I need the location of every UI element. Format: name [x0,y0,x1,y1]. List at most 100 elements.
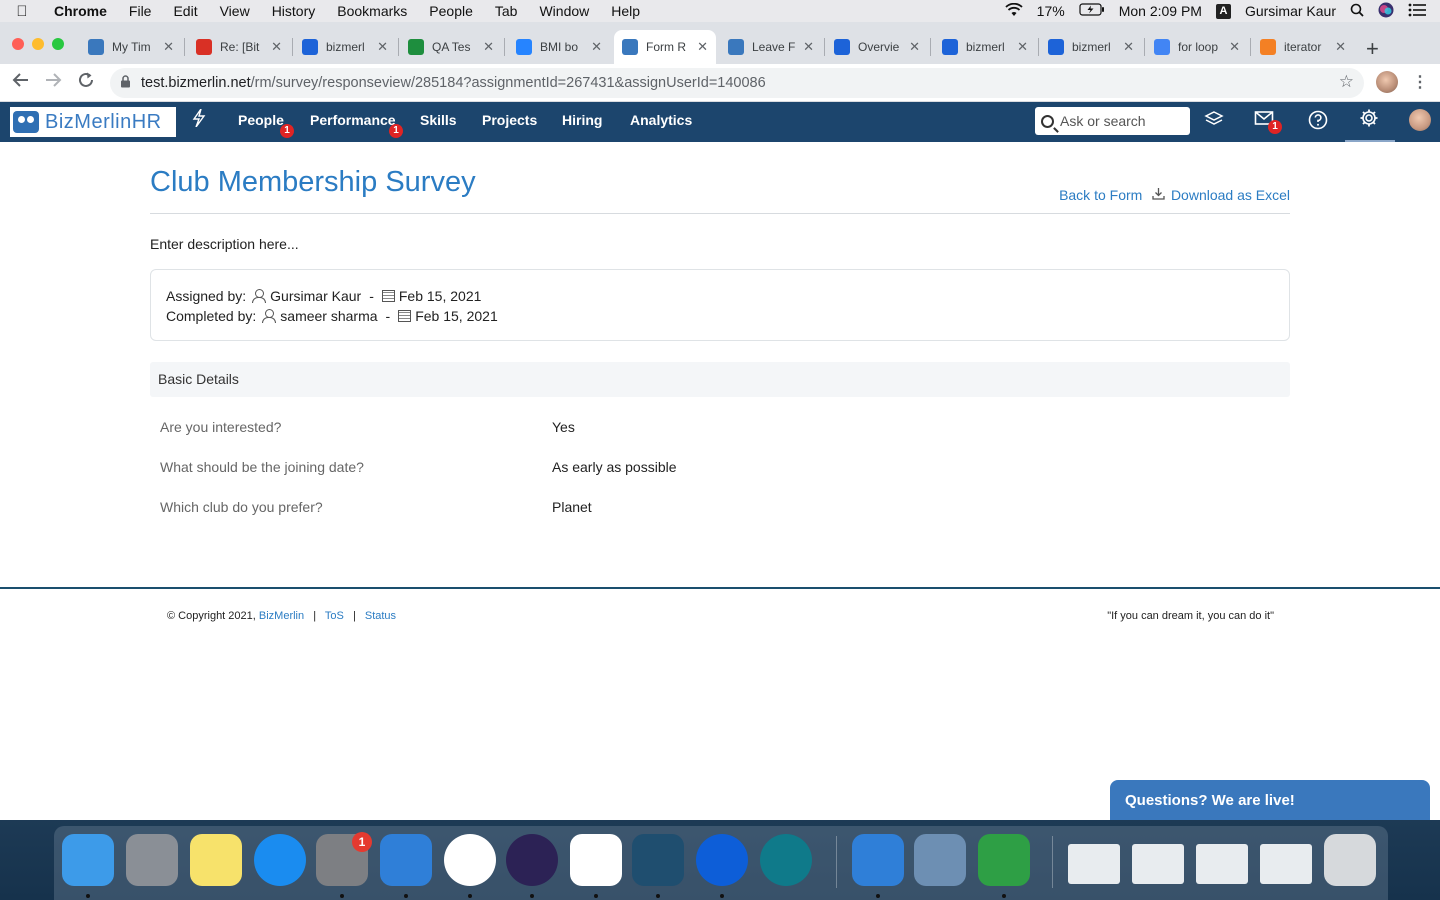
close-window-icon[interactable] [12,38,24,50]
close-tab-icon[interactable]: ✕ [591,39,602,55]
chrome-menu-icon[interactable]: ⋮ [1412,72,1428,92]
tos-link[interactable]: ToS [325,610,344,622]
browser-tab[interactable]: Overvie ✕ [826,30,928,64]
minimize-window-icon[interactable] [32,38,44,50]
close-tab-icon[interactable]: ✕ [483,39,494,55]
browser-tab[interactable]: My Tim ✕ [80,30,182,64]
browser-tab[interactable]: for loop ✕ [1146,30,1248,64]
back-arrow-icon[interactable] [12,71,30,94]
preview-icon[interactable] [914,834,966,886]
browser-tab[interactable]: Re: [Bit ✕ [188,30,290,64]
wifi-icon[interactable] [1005,2,1023,20]
mail-badge: 1 [1268,120,1282,134]
close-tab-icon[interactable]: ✕ [1335,39,1346,55]
window-thumbnail-icon[interactable] [1068,844,1120,884]
xcode-icon[interactable] [380,834,432,886]
slack-icon[interactable] [570,834,622,886]
notification-center-icon[interactable] [1408,3,1426,20]
back-to-form-link[interactable]: Back to Form [1059,187,1142,203]
close-tab-icon[interactable]: ✕ [697,39,708,55]
nav-hiring[interactable]: Hiring [562,112,602,128]
menu-tab[interactable]: Tab [484,3,529,19]
nav-performance[interactable]: Performance [310,112,396,128]
battery-icon[interactable] [1079,3,1105,19]
running-indicator [404,894,408,898]
simulator-icon[interactable] [852,834,904,886]
close-tab-icon[interactable]: ✕ [803,39,814,55]
close-tab-icon[interactable]: ✕ [909,39,920,55]
battery-percentage[interactable]: 17% [1037,3,1065,19]
layers-icon[interactable] [1204,110,1224,133]
input-source-icon[interactable]: A [1215,3,1231,19]
close-tab-icon[interactable]: ✕ [163,39,174,55]
notes-icon[interactable] [190,834,242,886]
browser-tab[interactable]: bizmerl ✕ [1040,30,1142,64]
search-input[interactable] [1060,113,1180,129]
menu-history[interactable]: History [261,3,327,19]
menu-app-name[interactable]: Chrome [44,3,118,19]
nav-people[interactable]: People [238,112,284,128]
close-tab-icon[interactable]: ✕ [1229,39,1240,55]
browser-tab[interactable]: bizmerl ✕ [934,30,1036,64]
lightning-icon[interactable] [192,108,206,132]
chrome-icon[interactable] [444,834,496,886]
live-chat-widget[interactable]: Questions? We are live! [1110,780,1430,820]
menu-people[interactable]: People [418,3,484,19]
browser-tab[interactable]: bizmerl ✕ [294,30,396,64]
forward-arrow-icon[interactable] [44,71,62,94]
lock-icon[interactable] [120,75,131,91]
menubar-user[interactable]: Gursimar Kaur [1245,3,1336,19]
assigned-by-label: Assigned by: [166,288,247,304]
trash-icon[interactable] [1324,834,1376,886]
close-tab-icon[interactable]: ✕ [377,39,388,55]
menu-file[interactable]: File [118,3,163,19]
completed-by-name: sameer sharma [280,308,378,324]
clock[interactable]: Mon 2:09 PM [1119,3,1202,19]
eclipse-icon[interactable] [506,834,558,886]
mysql-workbench-icon[interactable] [632,834,684,886]
browser-tab[interactable]: QA Tes ✕ [400,30,502,64]
browser-tab[interactable]: Leave F ✕ [720,30,822,64]
close-tab-icon[interactable]: ✕ [1123,39,1134,55]
nav-analytics[interactable]: Analytics [630,112,692,128]
bizmerlin-link[interactable]: BizMerlin [259,610,304,622]
maximize-window-icon[interactable] [52,38,64,50]
close-tab-icon[interactable]: ✕ [271,39,282,55]
status-link[interactable]: Status [365,610,396,622]
nav-projects[interactable]: Projects [482,112,537,128]
settings-gear-icon[interactable] [1359,108,1379,133]
window-thumbnail-icon[interactable] [1260,844,1312,884]
window-thumbnail-icon[interactable] [1196,844,1248,884]
reload-icon[interactable] [77,71,95,94]
menu-bookmarks[interactable]: Bookmarks [326,3,418,19]
sourcetree-icon[interactable] [696,834,748,886]
new-tab-icon[interactable]: + [1366,36,1379,62]
menu-window[interactable]: Window [528,3,600,19]
finder-icon[interactable] [62,834,114,886]
numbers-icon[interactable] [978,834,1030,886]
bizmerlin-logo[interactable]: BizMerlinHR [10,107,176,137]
browser-tab[interactable]: Form R ✕ [614,30,716,64]
global-search[interactable] [1035,107,1190,135]
menu-help[interactable]: Help [600,3,651,19]
spotlight-search-icon[interactable] [1350,3,1364,20]
launchpad-icon[interactable] [126,834,178,886]
browser-tab[interactable]: BMI bo ✕ [508,30,610,64]
browser-tab[interactable]: iterator ✕ [1252,30,1354,64]
nav-skills[interactable]: Skills [420,112,457,128]
close-tab-icon[interactable]: ✕ [1017,39,1028,55]
apple-menu-icon[interactable]:  [0,3,44,20]
chrome-profile-avatar[interactable] [1376,71,1398,93]
menu-view[interactable]: View [209,3,261,19]
siri-icon[interactable] [1378,2,1394,21]
address-bar[interactable]: test.bizmerlin.net/rm/survey/responsevie… [110,68,1364,98]
user-avatar[interactable] [1409,109,1431,131]
webex-icon[interactable] [760,834,812,886]
menu-edit[interactable]: Edit [162,3,208,19]
download-excel-link[interactable]: Download as Excel [1152,187,1290,203]
help-icon[interactable] [1308,110,1328,135]
window-thumbnail-icon[interactable] [1132,844,1184,884]
app-store-icon[interactable] [254,834,306,886]
footer-separator: | [313,610,317,622]
bookmark-star-icon[interactable]: ☆ [1339,72,1354,92]
